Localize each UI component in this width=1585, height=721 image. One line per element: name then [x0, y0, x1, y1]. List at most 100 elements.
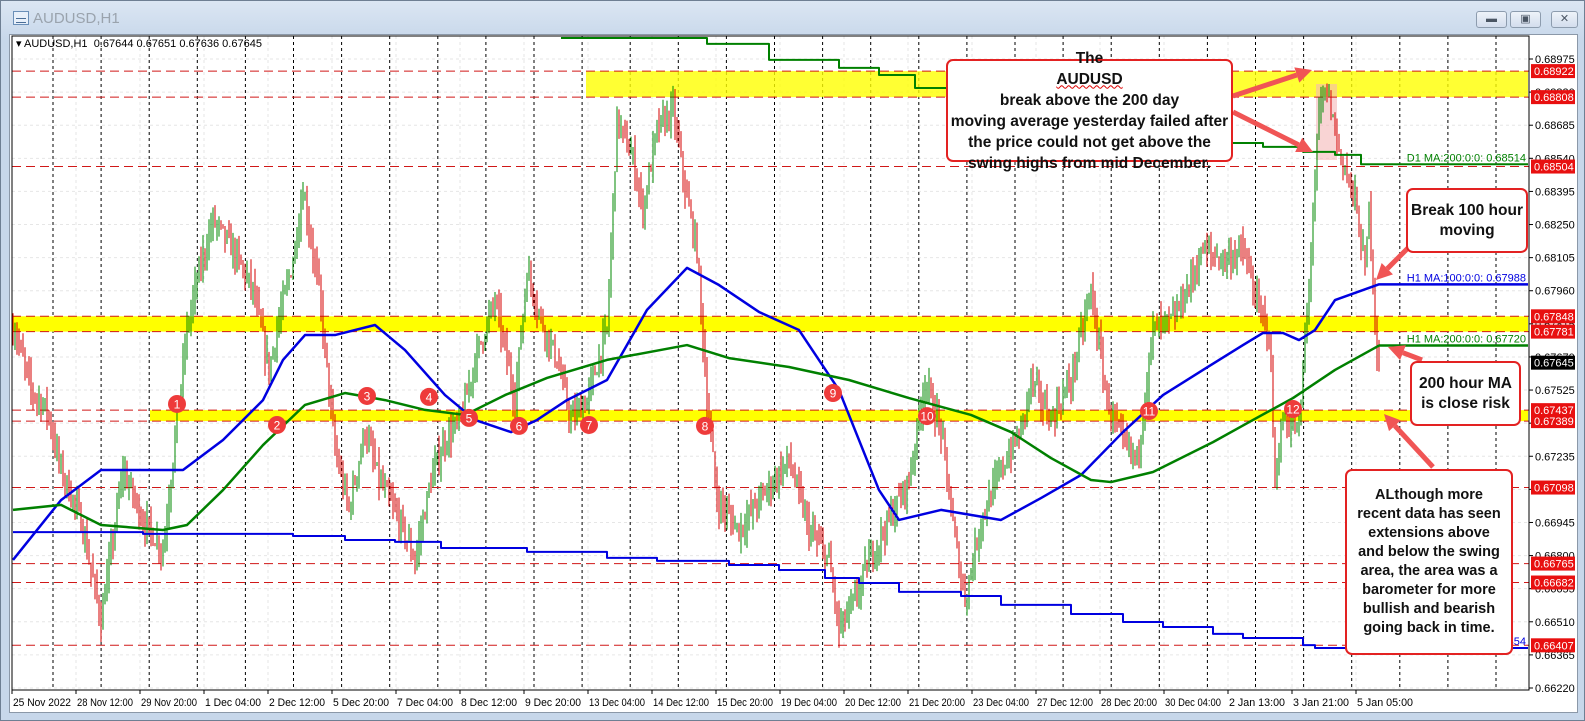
yellow-band [150, 410, 1528, 422]
y-tick-label: 0.66220 [1535, 683, 1575, 695]
swing-marker-label: 5 [466, 411, 473, 425]
header-close: 0.67645 [222, 38, 262, 50]
level-price-label: 0.66407 [1534, 640, 1574, 652]
misspelled-word: AUDUSD [1056, 70, 1123, 88]
y-tick-label: 0.67235 [1535, 451, 1575, 463]
x-tick-label: 25 Nov 2022 [13, 697, 71, 709]
current-price-label: 0.67645 [1534, 358, 1574, 370]
x-tick-label: 28 Dec 20:00 [1101, 697, 1157, 709]
ma-line-d1-ma-100-0-0 [13, 531, 1528, 650]
annotation-arrow [1393, 424, 1435, 469]
ma-label: H1 MA:200:0:0: 0.67720 [1407, 334, 1526, 346]
x-tick-label: 9 Dec 20:00 [525, 697, 581, 709]
y-tick-label: 0.66945 [1535, 517, 1575, 529]
x-tick-label: 15 Dec 20:00 [717, 697, 773, 709]
y-tick-label: 0.67525 [1535, 385, 1575, 397]
x-tick-label: 7 Dec 04:00 [397, 697, 453, 709]
x-tick-label: 23 Dec 04:00 [973, 697, 1029, 709]
x-tick-label: 21 Dec 20:00 [909, 697, 965, 709]
ma-label: D1 MA:200:0:0: 0.68514 [1407, 152, 1526, 164]
level-price-label: 0.67098 [1534, 483, 1574, 495]
annotation-line: bullish and bearish [1362, 601, 1496, 617]
x-tick-label: 2 Jan 13:00 [1229, 697, 1285, 709]
annotation-line: area, the area was a [1360, 563, 1498, 579]
ma-label: H1 MA:100:0:0: 0.67988 [1407, 272, 1526, 284]
swing-marker-label: 8 [702, 419, 709, 433]
annotation-line: is close risk [1421, 394, 1510, 412]
x-tick-label: 29 Nov 20:00 [141, 697, 197, 709]
price-axis[interactable]: 0.689750.688300.686850.685400.683950.682… [1529, 54, 1575, 695]
text: The [1075, 49, 1104, 67]
swing-marker-label: 4 [426, 390, 433, 404]
level-price-label: 0.66765 [1534, 559, 1574, 571]
y-tick-label: 0.68685 [1535, 120, 1575, 132]
annotation-line: ALthough more [1375, 487, 1483, 503]
level-price-label: 0.67781 [1534, 327, 1574, 339]
y-tick-label: 0.66510 [1535, 617, 1575, 629]
annotation-line: and below the swing [1358, 544, 1500, 560]
x-tick-label: 20 Dec 12:00 [845, 697, 901, 709]
text: break above the 200 day [999, 91, 1180, 109]
annotation-line: extensions above [1368, 525, 1490, 541]
chart-header: ▾ AUDUSD,H1 0.67644 0.67651 0.67636 0.67… [16, 37, 262, 50]
y-tick-label: 0.68105 [1535, 253, 1575, 265]
swing-markers: 123 456 7 8910 11 12 [168, 384, 1302, 435]
horizontal-levels [12, 70, 1529, 646]
swing-marker-label: 6 [516, 419, 523, 433]
x-tick-label: 19 Dec 04:00 [781, 697, 837, 709]
swing-marker-label: 11 [1143, 405, 1156, 419]
swing-marker-label: 9 [830, 387, 837, 401]
x-tick-label: 8 Dec 12:00 [461, 697, 517, 709]
annotation-line: going back in time. [1363, 620, 1495, 636]
level-price-label: 0.67848 [1534, 311, 1574, 323]
swing-marker-label: 3 [364, 389, 371, 403]
y-tick-label: 0.68395 [1535, 186, 1575, 198]
x-tick-label: 2 Dec 12:00 [269, 697, 325, 709]
annotation-arrow [1402, 350, 1423, 363]
x-tick-label: 14 Dec 12:00 [653, 697, 709, 709]
annotation-line: swing highs from mid December. [968, 154, 1211, 172]
x-tick-label: 27 Dec 12:00 [1037, 697, 1093, 709]
annotation-line: moving average yesterday failed after [950, 112, 1229, 130]
annotation-line: recent data has seen [1357, 506, 1501, 522]
level-price-label: 0.67389 [1534, 416, 1574, 428]
time-axis[interactable]: 25 Nov 2022 28 Nov 12:00 29 Nov 20:00 1 Dec… [11, 690, 1413, 709]
moving-averages: H1 MA:100:0:0: 0.67988 H1 MA:200:0:0: 0.6… [12, 36, 1528, 650]
annotation-line: 200 hour MA [1418, 374, 1512, 392]
annotation-line: the price could not get above the [968, 133, 1211, 151]
x-tick-label: 5 Dec 20:00 [333, 697, 389, 709]
annotation-line: The AUDUSD break above the 200 day [948, 48, 1231, 111]
annotation-200-hour-ma: 200 hour MA is close risk [1410, 361, 1521, 426]
header-low: 0.67636 [179, 38, 220, 50]
annotation-line: barometer for more [1362, 582, 1496, 598]
annotation-failed-break: The AUDUSD break above the 200 day movin… [946, 50, 1233, 172]
annotation-line: moving [1439, 221, 1495, 239]
level-price-label: 0.68808 [1534, 92, 1574, 104]
y-tick-label: 0.68250 [1535, 220, 1575, 232]
x-tick-label: 30 Dec 04:00 [1165, 697, 1221, 709]
level-price-label: 0.66682 [1534, 578, 1574, 590]
swing-marker-label: 10 [920, 410, 934, 424]
swing-marker-label: 1 [174, 397, 181, 411]
collapse-triangle-icon[interactable]: ▾ [16, 38, 24, 50]
annotation-arrow [1231, 109, 1300, 148]
x-tick-label: 5 Jan 05:00 [1357, 697, 1413, 709]
annotation-line: Break 100 hour [1411, 201, 1523, 219]
x-tick-label: 28 Nov 12:00 [77, 697, 133, 709]
swing-marker-label: 2 [274, 418, 281, 432]
x-tick-label: 3 Jan 21:00 [1293, 697, 1349, 709]
annotation-arrow [1385, 246, 1410, 271]
header-symbol: AUDUSD,H1 [23, 38, 88, 50]
swing-marker-label: 12 [1286, 403, 1300, 417]
level-price-label: 0.68504 [1534, 162, 1574, 174]
x-tick-label: 1 Dec 04:00 [205, 697, 261, 709]
y-tick-label: 0.67960 [1535, 286, 1575, 298]
header-high: 0.67651 [136, 38, 177, 50]
annotation-swing-area: ALthough more recent data has seen exten… [1345, 469, 1513, 655]
header-open: 0.67644 [93, 38, 134, 50]
annotation-break-100: Break 100 hour moving [1406, 188, 1528, 253]
level-price-label: 0.68922 [1534, 66, 1574, 78]
swing-marker-label: 7 [586, 418, 593, 432]
x-tick-label: 13 Dec 04:00 [589, 697, 645, 709]
yellow-band [12, 316, 1528, 332]
